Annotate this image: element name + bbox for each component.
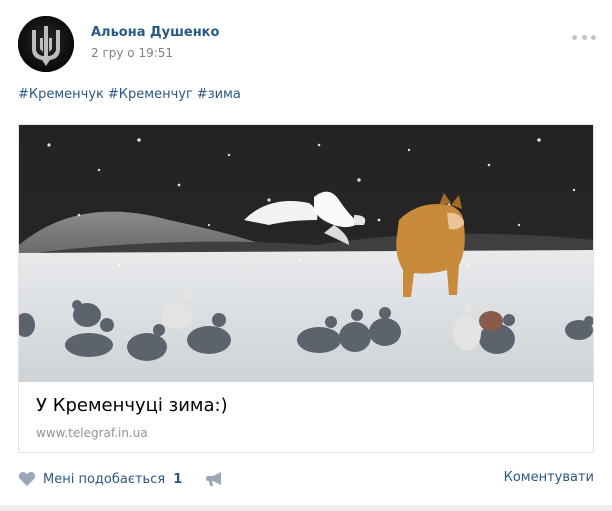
link-attachment[interactable]: У Кременчуці зима:) www.telegraf.in.ua [18, 124, 594, 453]
more-options-icon[interactable] [572, 32, 596, 42]
post-date[interactable]: 2 гру о 19:51 [91, 46, 173, 60]
author-name[interactable]: Альона Душенко [91, 25, 219, 40]
avatar[interactable] [18, 16, 74, 72]
hashtag-link[interactable]: #зима [197, 87, 241, 102]
post-divider [0, 505, 612, 511]
post-card: Альона Душенко 2 гру о 19:51 #Кременчук #… [0, 0, 612, 511]
hashtag-link[interactable]: #Кременчуг [108, 87, 193, 102]
hashtag-link[interactable]: #Кременчук [18, 87, 104, 102]
like-count[interactable]: 1 [173, 472, 182, 487]
trident-emblem-icon [18, 16, 74, 72]
attachment-domain: www.telegraf.in.ua [36, 426, 148, 440]
hashtags: #Кременчук #Кременчуг #зима [18, 87, 245, 102]
winter-pigeons-dog-image [19, 125, 593, 382]
comment-button[interactable]: Коментувати [504, 470, 594, 485]
share-button[interactable] [206, 471, 224, 487]
like-label[interactable]: Мені подобається [43, 472, 165, 487]
like-button[interactable]: Мені подобається 1 [18, 468, 182, 490]
attachment-photo[interactable] [19, 125, 593, 382]
megaphone-icon [206, 472, 221, 486]
post-actions: Мені подобається 1 Коментувати [18, 468, 594, 490]
attachment-title[interactable]: У Кременчуці зима:) [36, 395, 228, 416]
heart-icon [18, 471, 36, 486]
